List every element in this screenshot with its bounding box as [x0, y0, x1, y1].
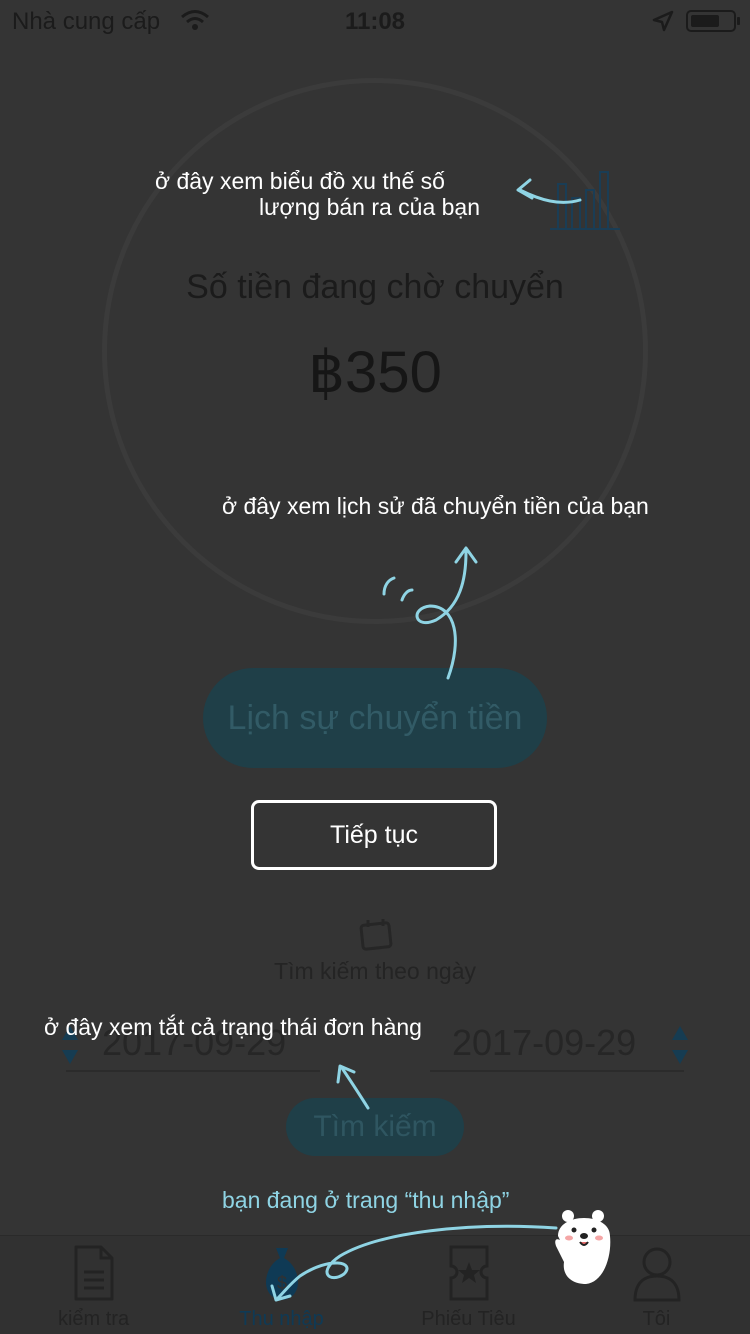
location-arrow-icon: [652, 10, 674, 32]
tutorial-note-history: ở đây xem lịch sử đã chuyển tiền của bạn: [222, 493, 649, 519]
battery-icon: [686, 10, 740, 32]
search-button[interactable]: Tìm kiếm: [286, 1098, 464, 1156]
tutorial-note-orders: ở đây xem tắt cả trạng thái đơn hàng: [44, 1014, 422, 1040]
pending-amount-value: ฿350: [308, 340, 442, 405]
calendar-icon[interactable]: [356, 918, 396, 952]
tab-label: Tôi: [642, 1308, 671, 1330]
tab-label: Phiếu Tiêu: [421, 1308, 516, 1330]
date-to-down-arrow-icon[interactable]: [672, 1050, 688, 1064]
continue-button[interactable]: Tiếp tục: [251, 800, 497, 870]
svg-text:$: $: [276, 1273, 286, 1293]
money-bag-icon: $: [265, 1248, 298, 1300]
tutorial-note-chart-line2: lượng bán ra của bạn: [259, 194, 481, 220]
tab-check[interactable]: kiểm tra: [0, 1236, 187, 1334]
date-to-field[interactable]: 2017-09-29: [430, 1022, 684, 1072]
tutorial-note-chart: ở đây xem biểu đồ xu thế số lượng bán ra…: [155, 168, 535, 220]
transfer-history-button[interactable]: Lịch sự chuyển tiền: [203, 668, 547, 768]
tab-bar: kiểm tra $ Thu nhập Phiếu Tiêu Tôi: [0, 1235, 750, 1334]
date-to-up-arrow-icon[interactable]: [672, 1026, 688, 1040]
tab-label: Thu nhập: [239, 1308, 324, 1330]
polar-bear-mascot: [555, 1210, 611, 1284]
status-time: 11:08: [344, 8, 406, 35]
status-bar: Nhà cung cấp 11:08: [0, 0, 750, 40]
tab-label: kiểm tra: [57, 1308, 130, 1330]
tab-income[interactable]: $ Thu nhập: [188, 1236, 375, 1334]
date-to-stepper[interactable]: [672, 1026, 688, 1064]
user-icon: [632, 1247, 681, 1302]
bar-chart-icon[interactable]: [548, 160, 624, 236]
search-by-date-label: Tìm kiếm theo ngày: [274, 958, 476, 984]
tab-coupon[interactable]: Phiếu Tiêu: [375, 1236, 562, 1334]
tutorial-note-income-page: bạn đang ở trang “thu nhập”: [222, 1187, 510, 1213]
pending-amount-label: Số tiền đang chờ chuyển: [186, 268, 564, 306]
document-icon: [74, 1245, 113, 1301]
coupon-icon: [449, 1245, 488, 1301]
tutorial-note-chart-line1: ở đây xem biểu đồ xu thế số: [155, 168, 445, 194]
